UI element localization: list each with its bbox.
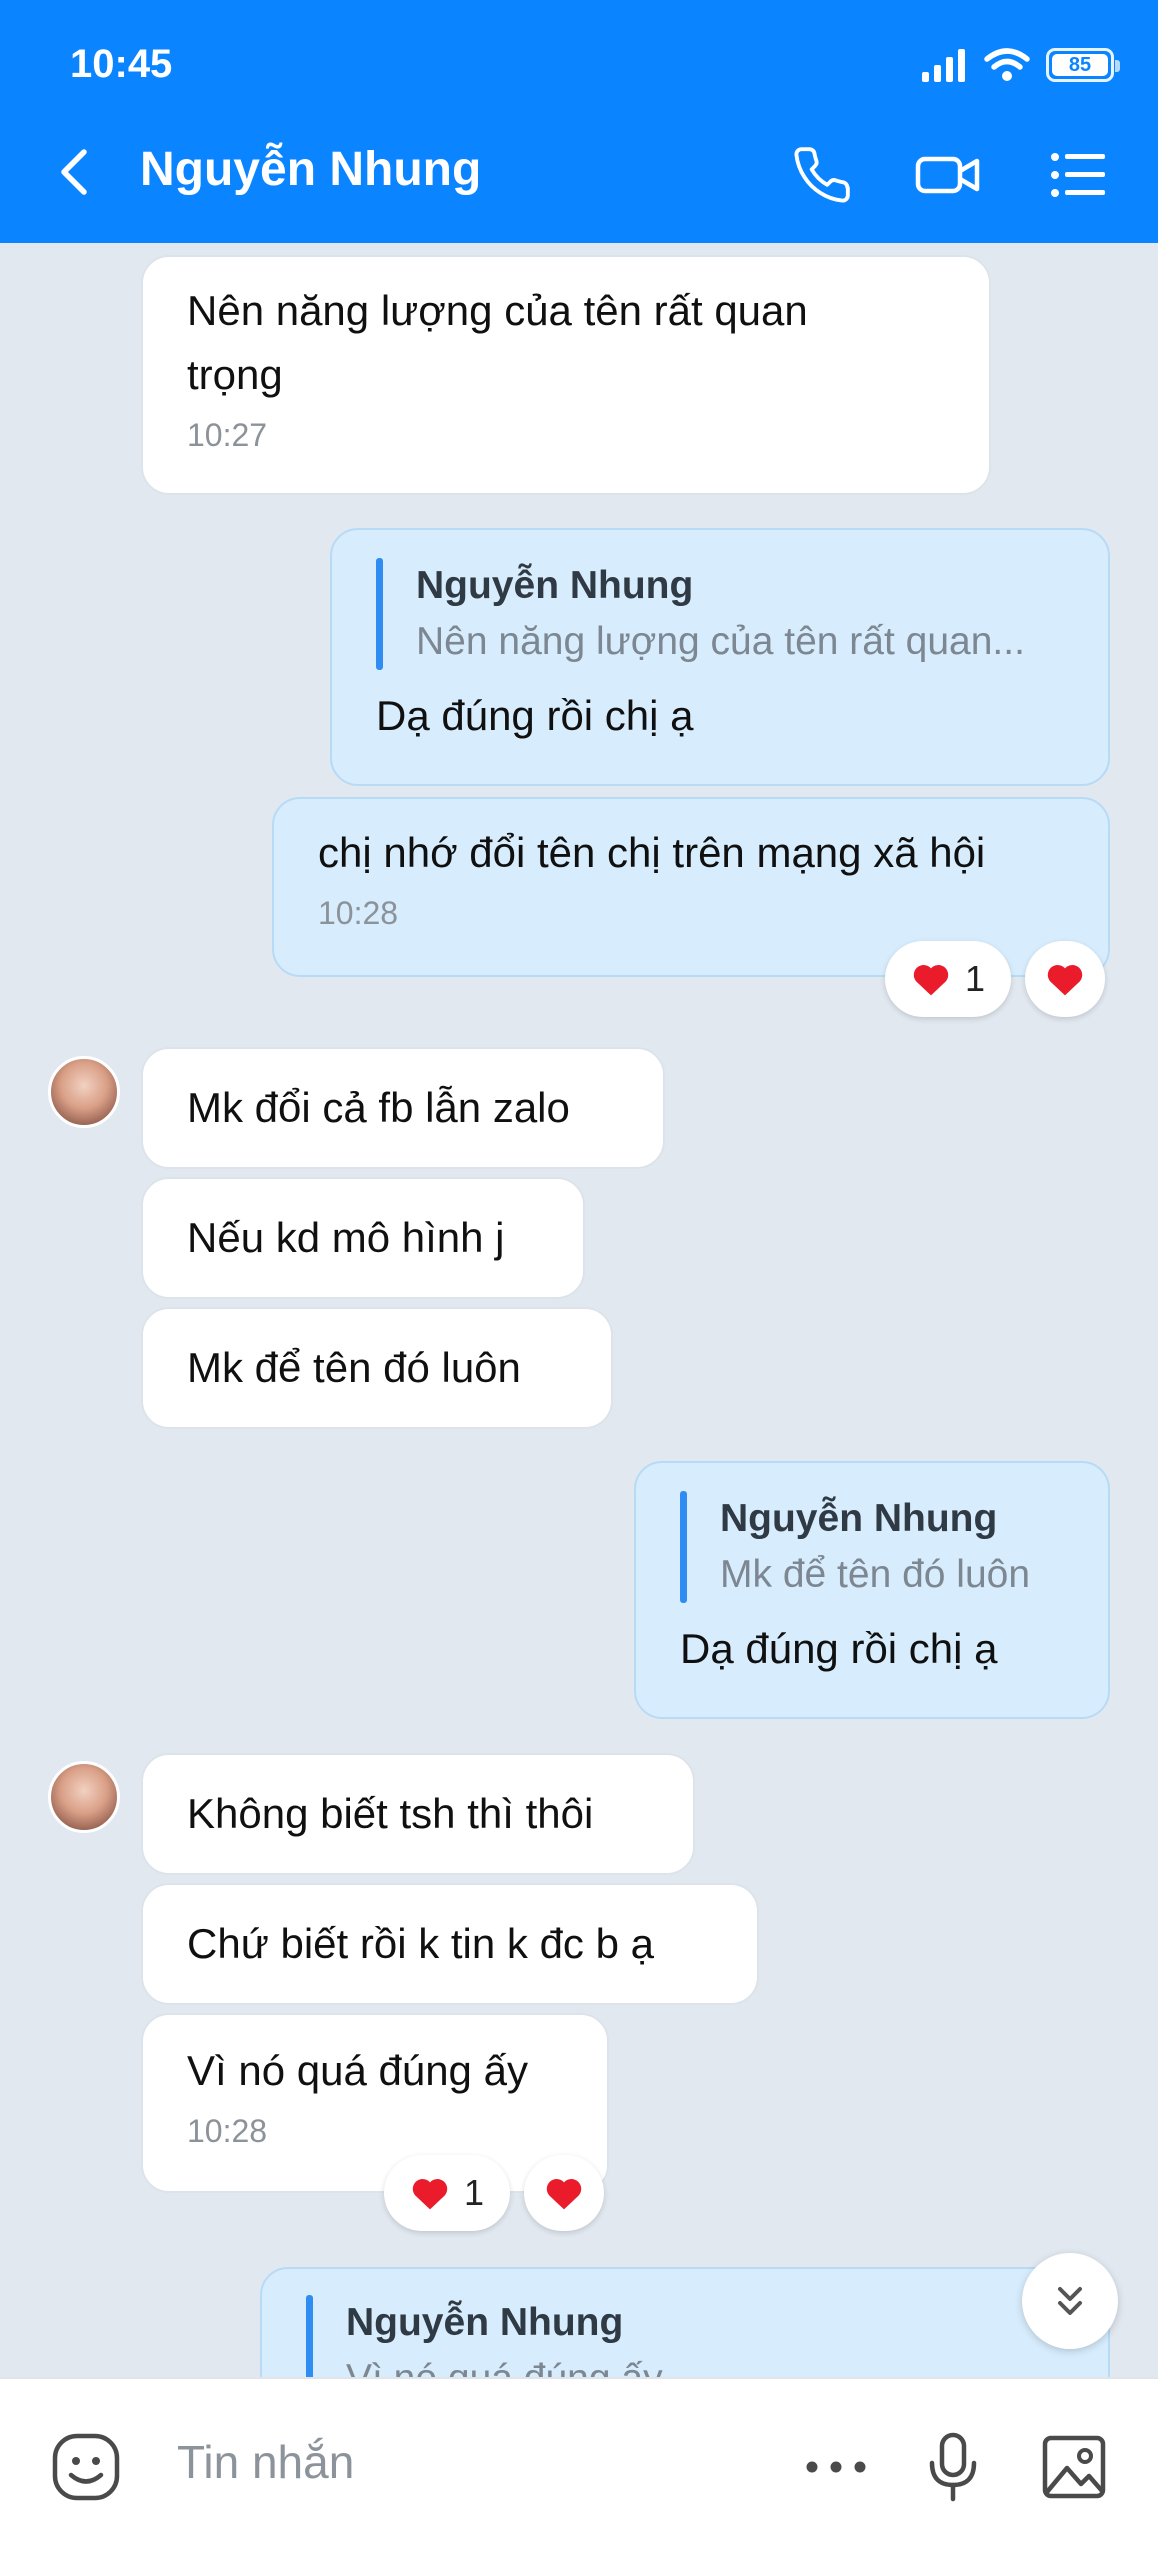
message-text: Vì nó quá đúng ấy [187,2047,528,2094]
message-time: 10:27 [187,417,268,453]
heart-icon [1047,965,1083,996]
reaction-summary[interactable]: 1 [885,941,1011,1017]
chat-area[interactable]: Nên năng lượng của tên rất quan trọng 10… [0,243,1158,2377]
microphone-icon [929,2432,977,2502]
wifi-icon [984,48,1030,81]
message-text: Không biết tsh thì thôi [187,1790,594,1837]
battery-level: 85 [1052,54,1108,76]
phone-icon [794,147,850,203]
quote-text: Vì nó quá đúng ấy [346,2351,1064,2377]
message-text: Mk đổi cả fb lẫn zalo [187,1084,570,1131]
signal-icon [922,49,965,82]
message-bubble[interactable]: Mk để tên đó luôn [141,1307,613,1429]
reaction-summary[interactable]: 1 [384,2155,510,2231]
message-text: chị nhớ đổi tên chị trên mạng xã hội [318,829,986,876]
avatar[interactable] [48,1056,120,1128]
quote-text: Nên năng lượng của tên rất quan... [416,620,1025,663]
emoji-icon [52,2433,120,2501]
message-bubble[interactable]: Mk đổi cả fb lẫn zalo [141,1047,665,1169]
message-text: Nếu kd mô hình j [187,1214,505,1261]
message-composer: Tin nhắn [0,2377,1158,2560]
react-heart-button[interactable] [524,2155,604,2231]
chevron-left-icon [61,149,87,195]
status-icons: 85 [920,48,1120,82]
app-header: 10:45 85 Nguyễn Nhung [0,0,1158,243]
voice-call-button[interactable] [787,140,857,210]
react-heart-button[interactable] [1025,941,1105,1017]
reaction-count: 1 [463,2172,485,2213]
message-bubble[interactable]: Nên năng lượng của tên rất quan trọng 10… [141,255,991,495]
back-button[interactable] [50,142,100,202]
heart-icon [412,2179,448,2210]
message-time: 10:28 [187,2113,268,2149]
quoted-message[interactable]: Nguyễn Nhung Nên năng lượng của tên rất … [376,558,1064,670]
quote-bar [306,2295,313,2377]
quote-author: Nguyễn Nhung [720,1497,998,1540]
avatar[interactable] [48,1761,120,1833]
reaction-count: 1 [964,958,986,999]
video-camera-icon [915,156,980,194]
contact-name[interactable]: Nguyễn Nhung [140,142,481,197]
quote-author: Nguyễn Nhung [416,564,694,607]
scroll-to-bottom-button[interactable] [1022,2253,1118,2349]
battery-icon: 85 [1046,48,1120,82]
reply-message-bubble[interactable]: Nguyễn Nhung Vì nó quá đúng ấy [260,2267,1110,2377]
options-menu-button[interactable] [1043,140,1113,210]
video-call-button[interactable] [913,140,983,210]
more-dots-icon [806,2461,866,2473]
reply-message-bubble[interactable]: Nguyễn Nhung Nên năng lượng của tên rất … [330,528,1110,786]
message-time: 10:28 [318,895,399,931]
status-time: 10:45 [70,42,173,86]
message-text: Mk để tên đó luôn [187,1344,521,1391]
message-bubble[interactable]: Nếu kd mô hình j [141,1177,585,1299]
quote-text: Mk để tên đó luôn [720,1553,1031,1596]
message-bubble[interactable]: Chứ biết rồi k tin k đc b ạ [141,1883,759,2005]
message-text: Nên năng lượng của tên rất quan [187,287,808,334]
quote-bar [680,1491,687,1603]
send-image-button[interactable] [1034,2427,1114,2507]
message-bubble[interactable]: Không biết tsh thì thôi [141,1753,695,1875]
quoted-message[interactable]: Nguyễn Nhung Vì nó quá đúng ấy [306,2295,1064,2377]
double-chevron-down-icon [1058,2287,1082,2315]
voice-message-button[interactable] [913,2427,993,2507]
quoted-message[interactable]: Nguyễn Nhung Mk để tên đó luôn [680,1491,1064,1603]
quote-bar [376,558,383,670]
list-menu-icon [1051,153,1105,197]
message-text: Dạ đúng rồi chị ạ [680,1625,998,1672]
heart-icon [546,2179,582,2210]
message-text: Dạ đúng rồi chị ạ [376,692,694,739]
image-icon [1042,2435,1106,2499]
more-options-button[interactable] [796,2427,876,2507]
message-text: Chứ biết rồi k tin k đc b ạ [187,1920,654,1967]
message-input[interactable]: Tin nhắn [177,2435,354,2489]
heart-icon [913,965,949,996]
message-text: trọng [187,351,283,398]
quote-author: Nguyễn Nhung [346,2301,624,2344]
sticker-button[interactable] [46,2427,126,2507]
reply-message-bubble[interactable]: Nguyễn Nhung Mk để tên đó luôn Dạ đúng r… [634,1461,1110,1719]
